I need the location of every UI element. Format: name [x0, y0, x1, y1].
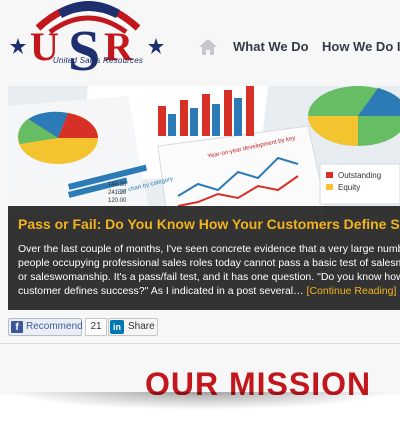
- post-title[interactable]: Pass or Fail: Do You Know How Your Custo…: [18, 216, 400, 232]
- post-excerpt: Over the last couple of months, I've see…: [18, 242, 400, 298]
- site-logo[interactable]: U S R United Sales Resources: [8, 0, 166, 83]
- page-drop-shadow: [10, 392, 390, 410]
- svg-text:S: S: [68, 18, 100, 82]
- hero-slide[interactable]: Year-on-year development by key Bar char…: [8, 86, 400, 310]
- facebook-recommend-label: Recommend: [26, 321, 83, 332]
- continue-reading-link[interactable]: [Continue Reading]: [307, 285, 397, 297]
- home-icon[interactable]: [198, 38, 218, 56]
- hero-value-2: 241.20: [108, 190, 127, 196]
- post-caption: Pass or Fail: Do You Know How Your Custo…: [8, 206, 400, 310]
- hero-legend-2: Equity: [338, 183, 360, 192]
- section-divider: [0, 343, 400, 344]
- linkedin-icon: in: [110, 320, 124, 334]
- page-frame: U S R United Sales Resources What We Do …: [0, 0, 400, 395]
- linkedin-share-label: Share: [128, 321, 155, 332]
- logo-tagline: United Sales Resources: [52, 56, 144, 65]
- nav-how-we-do-it[interactable]: How We Do It: [322, 39, 400, 54]
- facebook-recommend-button[interactable]: f Recommend: [8, 318, 83, 336]
- hero-value-1: 148.30: [108, 182, 127, 188]
- hero-legend-1: Outstanding: [338, 171, 381, 180]
- logo-graphic: U S R: [10, 1, 164, 83]
- mission-heading: OUR MISSION: [145, 366, 372, 395]
- site-header: U S R United Sales Resources What We Do …: [0, 0, 400, 86]
- nav-what-we-do[interactable]: What We Do: [233, 39, 309, 54]
- linkedin-share-button[interactable]: in Share: [108, 318, 158, 336]
- hero-value-3: 120.00: [108, 198, 127, 204]
- facebook-icon: f: [11, 321, 23, 333]
- facebook-count: 21: [85, 318, 107, 336]
